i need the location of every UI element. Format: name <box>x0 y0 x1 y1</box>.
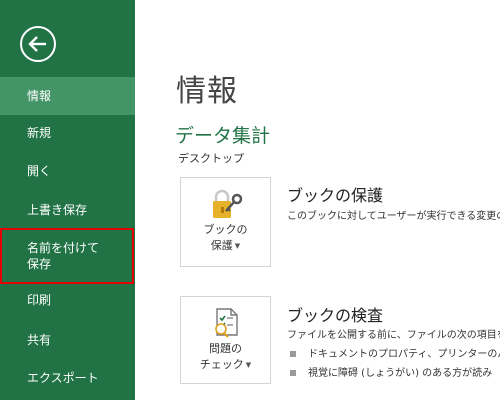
inspect-bullet: ドキュメントのプロパティ、プリンターのパス <box>290 345 500 360</box>
protect-button-label: ブックの 保護 ▼ <box>181 222 270 254</box>
nav-item-label: 情報 <box>27 89 52 103</box>
inspect-bullet-text: ドキュメントのプロパティ、プリンターのパス <box>308 349 500 360</box>
protect-button-line1: ブックの <box>203 223 248 236</box>
back-arrow-icon <box>20 26 56 62</box>
checklist-inspect-icon <box>215 308 238 338</box>
inspect-bullet: 視覚に障碍 (しょうがい) のある方が読み <box>290 364 500 379</box>
file-name: データ集計 <box>175 125 271 147</box>
back-button[interactable] <box>19 25 57 63</box>
nav-item-label: 共有 <box>27 333 52 347</box>
bullet-square-icon <box>290 351 296 357</box>
protect-section-title: ブックの保護 <box>287 186 384 205</box>
nav-item-label-line1: 名前を付けて <box>27 241 100 255</box>
nav-item-save[interactable]: 上書き保存 <box>0 202 135 222</box>
protect-button-line2: 保護 ▼ <box>210 239 241 252</box>
protect-workbook-button[interactable]: ブックの 保護 ▼ <box>180 177 271 267</box>
protect-section-description: このブックに対してユーザーが実行できる変更の <box>287 211 500 222</box>
inspect-section-title: ブックの検査 <box>287 306 384 325</box>
nav-item-open[interactable]: 開く <box>0 163 135 183</box>
inspect-button-line1: 問題の <box>209 342 242 355</box>
nav-item-info[interactable]: 情報 <box>0 77 135 115</box>
nav-item-label-line2: 保存 <box>27 257 52 271</box>
chevron-down-icon: ▼ <box>234 242 241 250</box>
inspect-button-line2: チェック ▼ <box>199 358 252 371</box>
inspect-button-label: 問題の チェック ▼ <box>181 341 270 373</box>
nav-item-label: 開く <box>27 164 52 178</box>
info-panel: 情報 データ集計 デスクトップ ブックの 保護 ▼ ブックの保護 このブックに対し… <box>135 0 500 400</box>
nav-item-print[interactable]: 印刷 <box>0 292 135 312</box>
nav-item-label: 上書き保存 <box>27 203 88 217</box>
file-path: デスクトップ <box>178 152 244 165</box>
padlock-key-icon <box>213 189 243 218</box>
backstage-sidebar: 情報 新規 開く 上書き保存 名前を付けて 保存 印刷 共有 エクスポート <box>0 0 135 400</box>
bullet-square-icon <box>290 370 296 376</box>
nav-item-new[interactable]: 新規 <box>0 125 135 145</box>
check-issues-button[interactable]: 問題の チェック ▼ <box>180 296 271 384</box>
nav-item-label: 新規 <box>27 126 52 140</box>
nav-item-share[interactable]: 共有 <box>0 332 135 352</box>
inspect-section-description: ファイルを公開する前に、ファイルの次の項目を <box>287 330 500 341</box>
nav-item-label: エクスポート <box>27 371 99 385</box>
nav-item-export[interactable]: エクスポート <box>0 370 135 390</box>
inspect-bullet-text: 視覚に障碍 (しょうがい) のある方が読み <box>308 368 493 379</box>
nav-item-label: 印刷 <box>27 293 52 307</box>
chevron-down-icon: ▼ <box>245 361 252 369</box>
nav-item-save-as[interactable]: 名前を付けて 保存 <box>0 228 134 284</box>
page-title: 情報 <box>176 74 238 109</box>
